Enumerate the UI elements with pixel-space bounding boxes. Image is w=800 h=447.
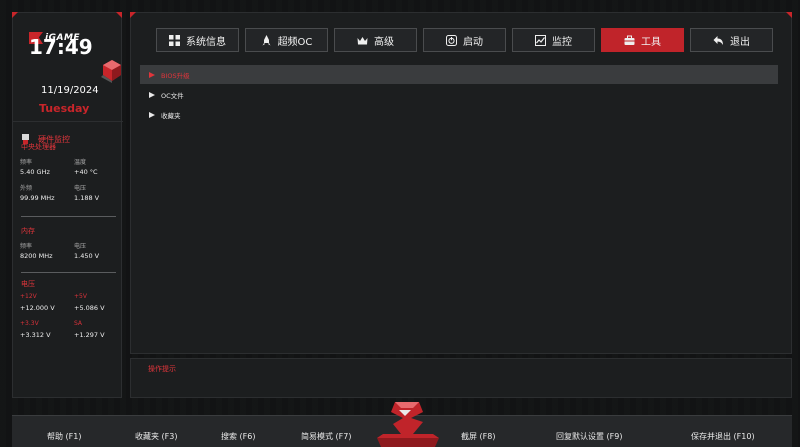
arrow-right-icon	[149, 111, 155, 118]
gem-logo-icon	[101, 60, 121, 83]
panel-corner-accent	[116, 12, 122, 18]
clock-date: 11/19/2024	[41, 85, 99, 96]
cpu-bclk-label: 外频	[20, 185, 33, 192]
cpu-temp-label: 温度	[74, 159, 87, 166]
sa-label: SA	[74, 320, 83, 327]
cpu-section-title: 中央处理器	[21, 143, 56, 151]
tab-label: 超频OC	[277, 36, 313, 48]
v33-value: +3.312 V	[20, 331, 51, 339]
main-content-panel: 系统信息 超频OC 高级 启动 监控 工具 退出 BIOS升级 OC文件 收藏夹	[130, 12, 792, 354]
tab-overclock[interactable]: 超频OC	[245, 28, 328, 52]
arrow-right-icon	[149, 91, 155, 98]
menu-item-label: BIOS升级	[161, 71, 190, 80]
favorites-button[interactable]: 收藏夹 (F3)	[135, 431, 177, 442]
arrow-right-icon	[149, 71, 155, 78]
clock-weekday: Tuesday	[39, 102, 90, 115]
memory-volt-value: 1.450 V	[74, 252, 100, 260]
clock-time: 17:49	[29, 35, 93, 59]
grid-icon	[169, 34, 180, 46]
tab-label: 系统信息	[186, 36, 226, 48]
help-button[interactable]: 帮助 (F1)	[47, 431, 81, 442]
menu-item-label: OC文件	[161, 91, 184, 100]
tab-advanced[interactable]: 高级	[334, 28, 417, 52]
tab-tools[interactable]: 工具	[601, 28, 684, 52]
tools-menu-list: BIOS升级 OC文件 收藏夹	[140, 65, 778, 125]
screenshot-button[interactable]: 截屏 (F8)	[461, 431, 495, 442]
cpu-freq-label: 频率	[20, 159, 33, 166]
tab-label: 启动	[463, 36, 483, 48]
tab-label: 退出	[730, 36, 750, 48]
memory-section-title: 内存	[21, 227, 35, 235]
divider	[21, 272, 116, 273]
power-icon	[446, 34, 457, 46]
help-tips-title: 操作提示	[148, 365, 176, 373]
main-tab-bar: 系统信息 超频OC 高级 启动 监控 工具 退出	[156, 28, 773, 52]
menu-item-bios-update[interactable]: BIOS升级	[140, 65, 778, 84]
v33-label: +3.3V	[20, 320, 39, 327]
tab-label: 工具	[641, 36, 661, 48]
cpu-volt-label: 电压	[74, 185, 87, 192]
divider	[21, 216, 116, 217]
chart-icon	[535, 34, 546, 46]
tab-monitor[interactable]: 监控	[512, 28, 595, 52]
tab-label: 高级	[374, 36, 394, 48]
menu-item-label: 收藏夹	[161, 111, 181, 120]
v12-label: +12V	[20, 293, 37, 300]
panel-corner-accent	[130, 12, 136, 18]
cpu-temp-value: +40 °C	[74, 168, 98, 176]
brand-emblem-icon	[377, 402, 439, 447]
v5-label: +5V	[74, 293, 87, 300]
toolbox-icon	[624, 35, 635, 45]
menu-item-favorites[interactable]: 收藏夹	[140, 105, 778, 124]
cpu-freq-value: 5.40 GHz	[20, 168, 50, 176]
restore-defaults-button[interactable]: 回复默认设置 (F9)	[556, 431, 622, 442]
crown-icon	[357, 36, 368, 44]
back-arrow-icon	[713, 35, 723, 45]
voltage-section-title: 电压	[21, 280, 35, 288]
menu-item-oc-profiles[interactable]: OC文件	[140, 85, 778, 104]
memory-freq-label: 频率	[20, 243, 33, 250]
search-button[interactable]: 搜索 (F6)	[221, 431, 255, 442]
rocket-icon	[262, 34, 271, 45]
memory-freq-value: 8200 MHz	[20, 252, 53, 260]
cpu-bclk-value: 99.99 MHz	[20, 194, 55, 202]
tab-label: 监控	[552, 36, 572, 48]
v5-value: +5.086 V	[74, 304, 105, 312]
tab-exit[interactable]: 退出	[690, 28, 773, 52]
divider	[13, 121, 123, 122]
tab-boot[interactable]: 启动	[423, 28, 506, 52]
cpu-volt-value: 1.188 V	[74, 194, 100, 202]
memory-volt-label: 电压	[74, 243, 87, 250]
save-exit-button[interactable]: 保存并退出 (F10)	[691, 431, 755, 442]
easy-mode-button[interactable]: 简易模式 (F7)	[301, 431, 351, 442]
panel-corner-accent	[786, 12, 792, 18]
v12-value: +12.000 V	[20, 304, 55, 312]
tab-system-info[interactable]: 系统信息	[156, 28, 239, 52]
sidebar-status-panel: iGAME 17:49 11/19/2024 Tuesday 硬件监控 中央处理…	[12, 12, 123, 398]
panel-corner-accent	[12, 12, 18, 18]
sa-value: +1.297 V	[74, 331, 105, 339]
help-tips-panel: 操作提示	[130, 358, 792, 398]
